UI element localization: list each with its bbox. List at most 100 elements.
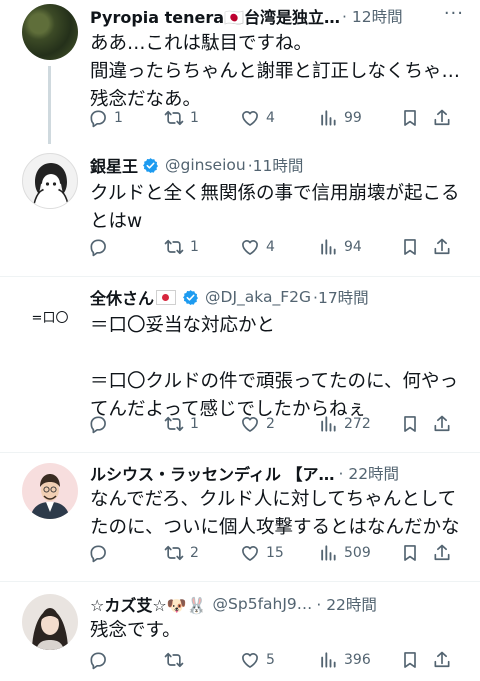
bookmark-button[interactable] (400, 414, 420, 434)
retweet-button[interactable]: 1 (164, 237, 199, 257)
share-button[interactable] (432, 543, 452, 563)
reply-button[interactable]: 1 (88, 108, 123, 128)
tweet-header: Pyropia tenera🇯🇵台湾是独立… · 12時間 (90, 3, 466, 29)
display-name[interactable]: ルシウス・ラッセンディル 【ア… (90, 461, 334, 485)
timestamp[interactable]: · 12時間 (342, 5, 403, 27)
time-label: 11時間 (252, 157, 304, 175)
retweet-icon (164, 543, 184, 563)
display-name[interactable]: ☆カズ𦫿☆🐶🐰 (90, 592, 207, 616)
share-button[interactable] (432, 414, 452, 434)
retweet-icon (164, 237, 184, 257)
reply-button[interactable] (88, 650, 114, 670)
views-button[interactable]: 272 (318, 414, 371, 434)
photo-avatar-image (32, 608, 68, 650)
time-label: 22時間 (326, 596, 377, 614)
share-button[interactable] (432, 237, 452, 257)
handle[interactable]: @Sp5fahJ9… (213, 595, 313, 613)
like-count: 4 (266, 239, 275, 255)
japan-flag-icon (156, 289, 177, 305)
tweet-header: 銀星王 @ginseiou ·11時間 (90, 152, 466, 178)
reply-button[interactable] (88, 237, 114, 257)
views-count: 396 (344, 652, 371, 668)
timestamp[interactable]: · 22時間 (316, 593, 377, 615)
bookmark-button[interactable] (400, 650, 420, 670)
display-name[interactable]: Pyropia tenera🇯🇵台湾是独立… (90, 4, 340, 28)
more-icon[interactable]: ··· (444, 3, 464, 24)
reply-icon (88, 237, 108, 257)
bookmark-button[interactable] (400, 108, 420, 128)
retweet-button[interactable]: 1 (164, 414, 199, 434)
display-name[interactable]: 銀星王 (90, 153, 138, 177)
views-icon (318, 414, 338, 434)
like-button[interactable]: 4 (240, 108, 275, 128)
share-icon (432, 650, 452, 670)
divider (0, 581, 480, 582)
handle[interactable]: @DJ_aka_F2G (205, 288, 311, 306)
views-button[interactable]: 509 (318, 543, 371, 563)
bookmark-button[interactable] (400, 543, 420, 563)
bookmark-icon (400, 237, 420, 257)
views-count: 99 (344, 110, 362, 126)
share-button[interactable] (432, 108, 452, 128)
tweet-text: 残念です。 (90, 620, 181, 641)
views-count: 272 (344, 416, 371, 432)
thread-line (48, 66, 51, 144)
reply-button[interactable] (88, 543, 114, 563)
timestamp[interactable]: · 22時間 (338, 462, 399, 484)
like-count: 4 (266, 110, 275, 126)
avatar-text: =口〇 (31, 310, 69, 326)
like-button[interactable]: 4 (240, 237, 275, 257)
share-icon (432, 414, 452, 434)
like-count: 2 (266, 416, 275, 432)
views-icon (318, 108, 338, 128)
retweet-icon (164, 650, 184, 670)
like-button[interactable]: 5 (240, 650, 275, 670)
time-label: 22時間 (348, 465, 400, 483)
timestamp[interactable]: ·11時間 (248, 154, 304, 176)
action-bar: 1 4 94 (88, 237, 462, 261)
avatar[interactable] (22, 153, 78, 209)
time-label: 17時間 (317, 289, 369, 307)
like-count: 5 (266, 652, 275, 668)
views-button[interactable]: 99 (318, 108, 362, 128)
retweet-icon (164, 108, 184, 128)
share-button[interactable] (432, 650, 452, 670)
action-bar: 5 396 (88, 650, 462, 674)
avatar[interactable]: =口〇 (22, 288, 78, 344)
views-count: 94 (344, 239, 362, 255)
like-icon (240, 543, 260, 563)
retweet-button[interactable]: 1 (164, 108, 199, 128)
bookmark-icon (400, 414, 420, 434)
views-icon (318, 650, 338, 670)
share-icon (432, 237, 452, 257)
like-button[interactable]: 2 (240, 414, 275, 434)
reply-icon (88, 108, 108, 128)
views-button[interactable]: 94 (318, 237, 362, 257)
retweet-icon (164, 414, 184, 434)
tweet-header: 全休さん @DJ_aka_F2G ·17時間 (90, 284, 466, 310)
retweet-button[interactable] (164, 650, 190, 670)
tweet-text: なんでだろ、クルド人に対してちゃんとしてたのに、ついに個人攻撃するとはなんだかな (90, 489, 460, 538)
avatar[interactable] (22, 4, 78, 60)
retweet-count: 1 (190, 416, 199, 432)
retweet-button[interactable]: 2 (164, 543, 199, 563)
retweet-count: 1 (190, 110, 199, 126)
bookmark-icon (400, 108, 420, 128)
views-icon (318, 543, 338, 563)
like-button[interactable]: 15 (240, 543, 284, 563)
avatar[interactable] (22, 463, 78, 519)
reply-icon (88, 650, 108, 670)
divider (0, 452, 480, 453)
display-name[interactable]: 全休さん (90, 285, 154, 309)
reply-button[interactable] (88, 414, 114, 434)
handle[interactable]: @ginseiou (165, 156, 246, 174)
avatar[interactable] (22, 594, 78, 650)
timestamp[interactable]: ·17時間 (313, 286, 369, 308)
bookmark-button[interactable] (400, 237, 420, 257)
share-icon (432, 108, 452, 128)
views-button[interactable]: 396 (318, 650, 371, 670)
tweet-header: ルシウス・ラッセンディル 【ア… · 22時間 (90, 460, 466, 486)
verified-icon (182, 289, 199, 306)
tweet-header: ☆カズ𦫿☆🐶🐰 @Sp5fahJ9… · 22時間 (90, 591, 466, 617)
views-count: 509 (344, 545, 371, 561)
